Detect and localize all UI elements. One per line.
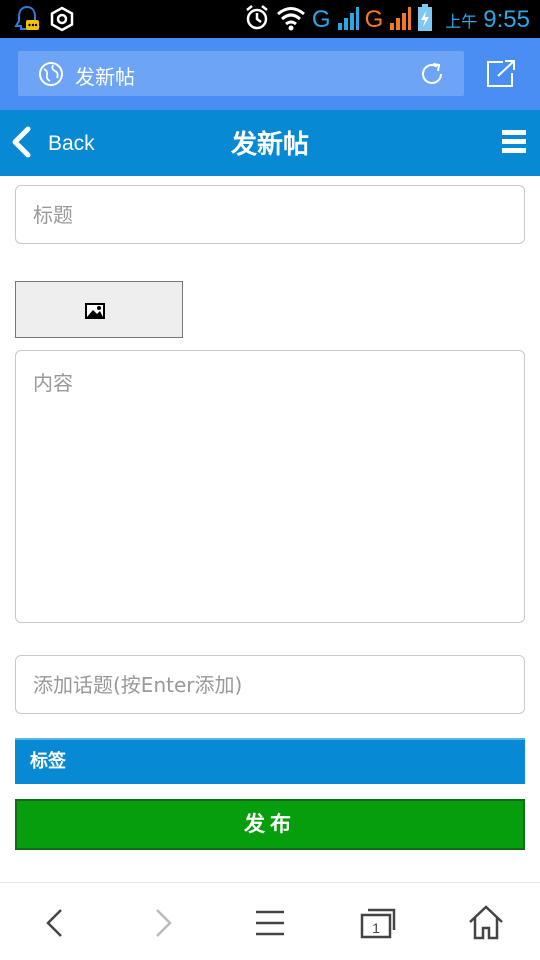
signal-1-icon: [337, 5, 359, 35]
signal-2-icon: [389, 5, 412, 35]
battery-charging-icon: [417, 4, 433, 36]
qq-notification-icon: [14, 5, 40, 37]
network-type-2: G: [364, 6, 384, 33]
share-icon[interactable]: [486, 60, 516, 92]
insert-image-button[interactable]: [15, 281, 183, 338]
title-input[interactable]: 标题: [15, 185, 525, 244]
settings-hex-icon: [50, 6, 74, 36]
reload-icon[interactable]: [418, 60, 446, 92]
home-icon[interactable]: [466, 903, 506, 943]
status-bar: G G 上午 9:55: [0, 0, 540, 38]
status-time: 9:55: [483, 6, 530, 33]
status-ampm: 上午: [445, 12, 478, 31]
globe-icon: [38, 61, 64, 91]
browser-toolbar: 发新帖: [0, 38, 540, 110]
topic-input[interactable]: 添加话题(按Enter添加): [15, 655, 525, 714]
publish-button[interactable]: 发布: [15, 799, 525, 850]
bottom-navigation: 1: [0, 882, 540, 960]
back-arrow-icon[interactable]: [36, 903, 76, 943]
image-icon: [85, 303, 105, 323]
tab-count: 1: [372, 920, 380, 936]
content-textarea[interactable]: 内容: [15, 350, 525, 623]
tags-bar[interactable]: 标签: [15, 738, 525, 784]
wifi-icon: [276, 5, 306, 35]
tabs-icon[interactable]: 1: [358, 903, 398, 943]
alarm-icon: [244, 4, 270, 36]
hamburger-menu-icon[interactable]: [502, 130, 526, 156]
page-title: 发新帖: [230, 130, 309, 160]
menu-icon[interactable]: [250, 903, 290, 943]
address-bar[interactable]: 发新帖: [18, 51, 464, 96]
forward-arrow-icon[interactable]: [142, 903, 182, 943]
network-type-1: G: [311, 6, 331, 33]
app-header: Back 发新帖: [0, 110, 540, 176]
address-bar-text: 发新帖: [75, 65, 135, 89]
